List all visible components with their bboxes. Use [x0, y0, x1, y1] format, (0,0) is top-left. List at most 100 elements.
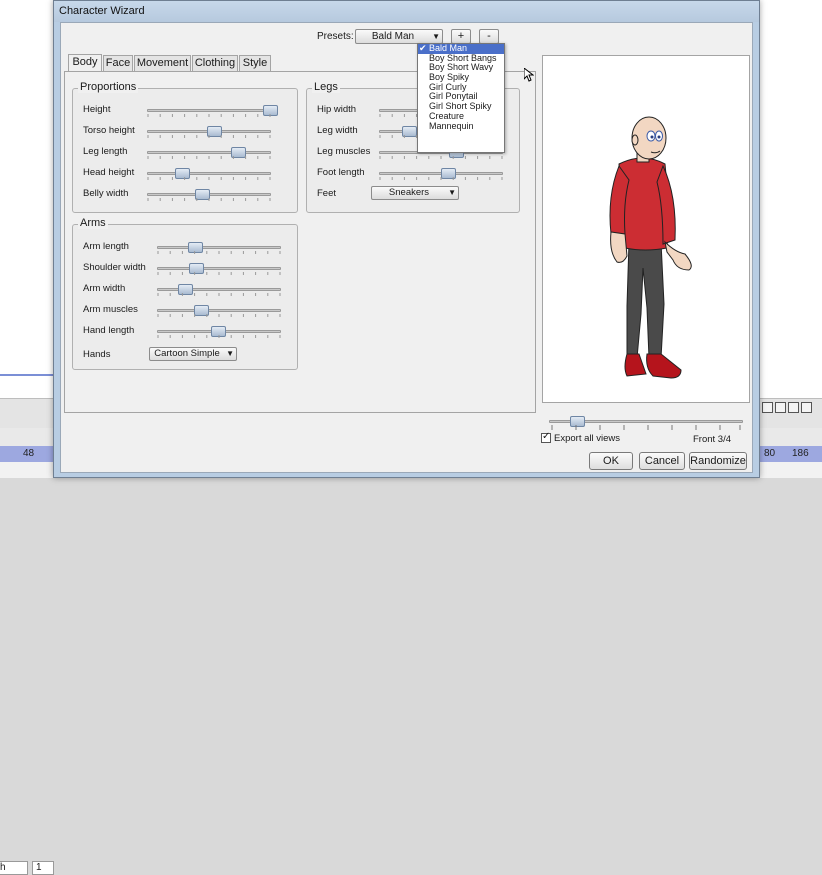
- chevron-down-icon: ▼: [432, 32, 440, 41]
- slider-label: Leg width: [317, 125, 358, 136]
- presets-dropdown-item-label: Bald Man: [429, 43, 468, 53]
- proportions-group: Proportions Height Torso height Leg length…: [72, 81, 298, 213]
- background-combo-layer[interactable]: 1: [32, 861, 54, 875]
- slider-track[interactable]: [157, 305, 281, 316]
- slider-track[interactable]: [157, 326, 281, 337]
- character-hand-left: [610, 231, 628, 263]
- timeline-frame-number: 80: [764, 448, 776, 459]
- background-timeline-line: [0, 374, 54, 376]
- slider-label: Arm length: [83, 241, 129, 252]
- presets-dropdown-item-label: Boy Short Bangs: [429, 52, 497, 63]
- export-all-views-checkbox[interactable]: Export all views: [541, 431, 620, 444]
- slider-ticks: [147, 198, 271, 201]
- slider-label: Hip width: [317, 104, 357, 115]
- presets-dropdown-item-label: Girl Short Spiky: [429, 101, 492, 112]
- presets-combo[interactable]: Bald Man ▼: [355, 29, 443, 44]
- presets-dropdown-list: ✔ Bald Man Boy Short Bangs Boy Short Wavy Bo…: [417, 43, 505, 153]
- slider-track[interactable]: [147, 126, 271, 137]
- tab-clothing[interactable]: Clothing: [192, 55, 238, 71]
- tab-face[interactable]: Face: [103, 55, 133, 71]
- timeline-frame-number: 186: [792, 448, 809, 459]
- dialog-title: Character Wizard: [59, 5, 145, 17]
- checkbox-icon[interactable]: [801, 402, 812, 413]
- slider-ticks: [147, 114, 271, 117]
- character-preview[interactable]: [542, 55, 750, 403]
- character-ear: [631, 134, 639, 146]
- grid-icon[interactable]: [775, 402, 786, 413]
- dialog-client-area: Presets: Bald Man ▼ + - Body Face Moveme…: [60, 22, 753, 473]
- presets-dropdown-item-label: Boy Short Wavy: [429, 62, 494, 73]
- character-wizard-dialog: Character Wizard Presets: Bald Man ▼ + -…: [53, 0, 760, 478]
- view-slider-track: [549, 416, 743, 427]
- slider-label: Height: [83, 104, 111, 115]
- slider-track[interactable]: [157, 242, 281, 253]
- slider-label: Head height: [83, 167, 135, 178]
- legs-group-title: Legs: [312, 81, 340, 93]
- slider-ticks: [379, 156, 503, 159]
- tab-movement[interactable]: Movement: [134, 55, 191, 71]
- ok-button[interactable]: OK: [589, 452, 633, 470]
- slider-track[interactable]: [147, 168, 271, 179]
- slider-track[interactable]: [147, 147, 271, 158]
- feet-combo[interactable]: Sneakers ▼: [371, 186, 459, 200]
- slider-ticks: [147, 135, 271, 138]
- grid-icon[interactable]: [788, 402, 799, 413]
- layout-icon[interactable]: [762, 402, 773, 413]
- character-hand-right: [664, 240, 692, 271]
- presets-dropdown-item-label: Girl Curly: [429, 81, 467, 92]
- slider-ticks: [147, 177, 271, 180]
- feet-label: Feet: [317, 188, 337, 199]
- slider-track[interactable]: [157, 284, 281, 295]
- slider-ticks: [157, 251, 281, 254]
- tab-body[interactable]: Body: [68, 54, 102, 71]
- randomize-button[interactable]: Randomize: [689, 452, 747, 470]
- view-slider-ticks: [551, 425, 741, 430]
- hands-label: Hands: [83, 349, 111, 360]
- presets-dropdown-item[interactable]: Mannequin: [418, 120, 504, 132]
- background-toolbar-icons: [762, 402, 820, 416]
- slider-label: Leg length: [83, 146, 128, 157]
- character-shoe-right: [646, 353, 682, 379]
- view-angle-label: Front 3/4: [693, 434, 732, 445]
- timeline-frame-number: 48: [23, 448, 35, 459]
- slider-track[interactable]: [147, 189, 271, 200]
- background-combo[interactable]: h: [0, 861, 28, 875]
- character-pupil: [650, 135, 654, 139]
- slider-ticks: [157, 272, 281, 275]
- character-pants: [626, 241, 665, 359]
- tab-style[interactable]: Style: [239, 55, 271, 71]
- presets-dropdown-item-label: Boy Spiky: [429, 72, 470, 83]
- presets-dropdown-item-label: Creature: [429, 110, 465, 121]
- export-all-views-label: Export all views: [554, 433, 620, 444]
- presets-selected-value: Bald Man: [371, 31, 415, 42]
- add-preset-button[interactable]: +: [451, 29, 471, 44]
- slider-track[interactable]: [147, 105, 278, 116]
- proportions-group-title: Proportions: [78, 81, 139, 93]
- slider-ticks: [379, 177, 503, 180]
- slider-ticks: [157, 335, 281, 338]
- slider-track[interactable]: [379, 168, 503, 179]
- slider-label: Leg muscles: [317, 146, 371, 157]
- checkbox-icon[interactable]: [541, 431, 551, 444]
- slider-ticks: [157, 314, 281, 317]
- slider-label: Foot length: [317, 167, 365, 178]
- hands-combo[interactable]: Cartoon Simple ▼: [149, 347, 237, 361]
- remove-preset-button[interactable]: -: [479, 29, 499, 44]
- hands-selected-value: Cartoon Simple: [154, 348, 220, 359]
- dialog-titlebar[interactable]: Character Wizard: [54, 1, 759, 22]
- checkmark-icon: ✔: [419, 43, 427, 53]
- chevron-down-icon: ▼: [448, 188, 456, 197]
- slider-track[interactable]: [157, 263, 281, 274]
- character-figure: [609, 116, 692, 379]
- character-shoe-left: [624, 353, 647, 377]
- character-pupil: [657, 135, 661, 139]
- presets-label: Presets:: [317, 31, 354, 42]
- cancel-button[interactable]: Cancel: [639, 452, 685, 470]
- arms-group-title: Arms: [78, 217, 108, 229]
- slider-label: Hand length: [83, 325, 135, 336]
- arms-group: Arms Arm length Shoulder width Arm width Ar…: [72, 217, 298, 370]
- presets-dropdown-item-label: Mannequin: [429, 120, 474, 131]
- slider-ticks: [147, 156, 271, 159]
- feet-selected-value: Sneakers: [388, 187, 430, 198]
- slider-label: Arm width: [83, 283, 126, 294]
